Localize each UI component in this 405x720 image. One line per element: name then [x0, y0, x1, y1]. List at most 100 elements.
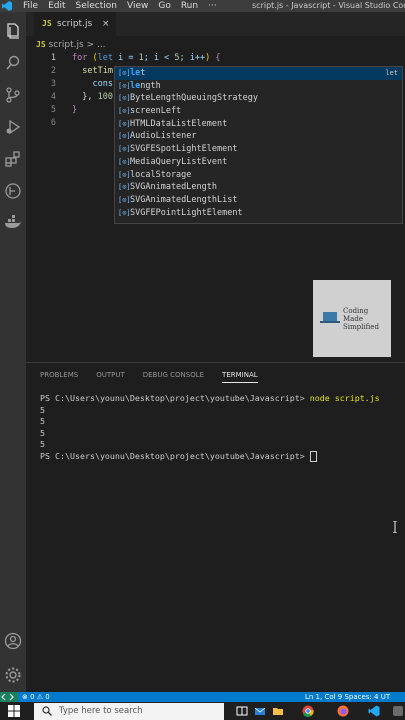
remote-icon — [1, 693, 14, 701]
terminal[interactable]: PS C:\Users\younu\Desktop\project\youtub… — [40, 393, 380, 462]
source-control-icon[interactable] — [4, 86, 22, 104]
suggestion-label: t — [140, 68, 146, 78]
terminal-prompt: PS C:\Users\younu\Desktop\project\youtub… — [40, 393, 310, 403]
watermark-line-2: Made — [343, 315, 363, 323]
symbol-variable-icon: [⊙] — [118, 107, 131, 116]
watermark-text: Coding Made Simplified — [343, 307, 379, 331]
panel-tabs: PROBLEMS OUTPUT DEBUG CONSOLE TERMINAL — [40, 371, 258, 383]
terminal-prompt: PS C:\Users\younu\Desktop\project\youtub… — [40, 450, 310, 461]
symbol-variable-icon: [⊙] — [118, 195, 131, 204]
suggestion-item[interactable]: [⊙] AudioListener — [115, 130, 402, 143]
cursor-position[interactable]: Ln 1, Col 9 Spaces: 4 UT — [305, 692, 390, 702]
suggestion-label: ByteLengthQueuingStrategy — [130, 93, 258, 104]
firefox-icon[interactable] — [337, 705, 349, 717]
suggestion-label: localStorage — [130, 169, 192, 180]
line-number: 6 — [50, 118, 56, 128]
loop-init: i = — [112, 53, 139, 63]
breadcrumb: JS script.js > ... — [36, 40, 106, 50]
explorer-icon[interactable] — [4, 22, 22, 40]
suggestion-item[interactable]: [⊙] length — [115, 80, 402, 93]
code-line-1: for (let i = 1; i < 5; i++) { — [72, 52, 402, 65]
problems-count[interactable]: ⊗ 0 ⚠ 0 — [22, 692, 50, 702]
terminal-command: node script.js — [309, 393, 380, 403]
suggestion-item[interactable]: [⊙] localStorage — [115, 169, 402, 182]
tab-script-js[interactable]: JS script.js × — [34, 12, 116, 36]
search-icon — [42, 706, 52, 716]
symbol-variable-icon: [⊙] — [118, 170, 131, 179]
remote-explorer-icon[interactable] — [4, 182, 22, 200]
suggestion-detail: let — [385, 69, 398, 77]
suggestion-label: SVGFEPointLightElement — [130, 207, 243, 218]
symbol-variable-icon: [⊙] — [118, 157, 131, 166]
app-icon[interactable] — [392, 705, 404, 717]
tab-output[interactable]: OUTPUT — [96, 371, 125, 383]
chrome-icon[interactable] — [302, 705, 314, 717]
mail-icon[interactable] — [254, 705, 266, 717]
loop-condition: ; i < — [143, 53, 175, 63]
autocomplete-suggestions[interactable]: [⊙] let let [⊙] length [⊙] ByteLengthQueuingSt… — [114, 66, 403, 224]
loop-increment: ; i++ — [179, 53, 206, 63]
symbol-variable-icon: [⊙] — [118, 69, 131, 77]
menu-more[interactable]: ··· — [208, 0, 217, 12]
tab-label: script.js — [57, 19, 93, 29]
taskbar-search[interactable]: Type here to search — [34, 703, 224, 720]
menu-view[interactable]: View — [127, 0, 148, 12]
suggestion-item[interactable]: [⊙] ByteLengthQueuingStrategy — [115, 92, 402, 105]
suggestion-item[interactable]: [⊙] let let — [115, 67, 402, 80]
taskbar-search-placeholder: Type here to search — [59, 706, 143, 716]
title-bar: File Edit Selection View Go Run ··· scri… — [0, 0, 405, 12]
suggestion-item[interactable]: [⊙] HTMLDataListElement — [115, 118, 402, 131]
line-number: 3 — [50, 79, 56, 89]
suggestion-item[interactable]: [⊙] MediaQueryListEvent — [115, 156, 402, 169]
suggestion-label: HTMLDataListElement — [130, 118, 228, 129]
suggestion-label: le — [130, 80, 141, 91]
suggestion-item[interactable]: [⊙] SVGFESpotLightElement — [115, 143, 402, 156]
suggestion-label: le — [130, 68, 141, 78]
laptop-icon — [320, 312, 340, 323]
remote-indicator[interactable] — [0, 692, 18, 702]
menu-edit[interactable]: Edit — [48, 0, 65, 12]
suggestion-label: screenLeft — [130, 106, 182, 117]
menu-go[interactable]: Go — [158, 0, 170, 12]
task-view-icon[interactable] — [236, 705, 248, 717]
windows-taskbar: Type here to search — [0, 702, 405, 720]
run-debug-icon[interactable] — [4, 118, 22, 136]
tab-problems[interactable]: PROBLEMS — [40, 371, 78, 383]
menu-selection[interactable]: Selection — [76, 0, 117, 12]
line-number: 5 — [50, 105, 56, 115]
window-title: script.js - Javascript - Visual Studio C… — [252, 1, 405, 10]
terminal-output: 5 — [40, 439, 45, 449]
search-icon[interactable] — [4, 54, 22, 72]
suggestion-item[interactable]: [⊙] SVGFEPointLightElement — [115, 207, 402, 220]
windows-start-icon[interactable] — [8, 705, 20, 717]
vscode-logo-icon — [2, 1, 12, 11]
line-number: 4 — [50, 92, 56, 102]
suggestion-item[interactable]: [⊙] screenLeft — [115, 105, 402, 118]
line-number: 1 — [50, 53, 56, 63]
suggestion-label: AudioListener — [130, 131, 197, 142]
settings-gear-icon[interactable] — [4, 666, 22, 684]
terminal-output: 5 — [40, 416, 45, 426]
breadcrumb-file[interactable]: script.js — [49, 40, 84, 50]
account-icon[interactable] — [4, 632, 22, 650]
extensions-icon[interactable] — [4, 150, 22, 168]
watermark-line-1: Coding — [343, 307, 369, 315]
file-explorer-icon[interactable] — [272, 705, 284, 717]
close-icon[interactable]: × — [102, 12, 110, 36]
docker-icon[interactable] — [4, 214, 22, 232]
menu-run[interactable]: Run — [181, 0, 198, 12]
text-cursor-icon — [393, 521, 397, 533]
suggestion-item[interactable]: [⊙] SVGAnimatedLength — [115, 181, 402, 194]
code-text: }, — [72, 92, 98, 102]
menu-file[interactable]: File — [23, 0, 38, 12]
terminal-output: 5 — [40, 427, 45, 438]
activity-bar — [0, 12, 26, 692]
tab-debug-console[interactable]: DEBUG CONSOLE — [143, 371, 204, 383]
menu-bar: File Edit Selection View Go Run ··· — [23, 0, 217, 12]
watermark-line-3: Simplified — [343, 323, 379, 331]
tab-terminal[interactable]: TERMINAL — [222, 371, 258, 383]
breadcrumb-rest[interactable]: ... — [97, 40, 106, 50]
brace-open: { — [210, 53, 221, 63]
vscode-taskbar-icon[interactable] — [368, 705, 380, 717]
suggestion-item[interactable]: [⊙] SVGAnimatedLengthList — [115, 194, 402, 207]
